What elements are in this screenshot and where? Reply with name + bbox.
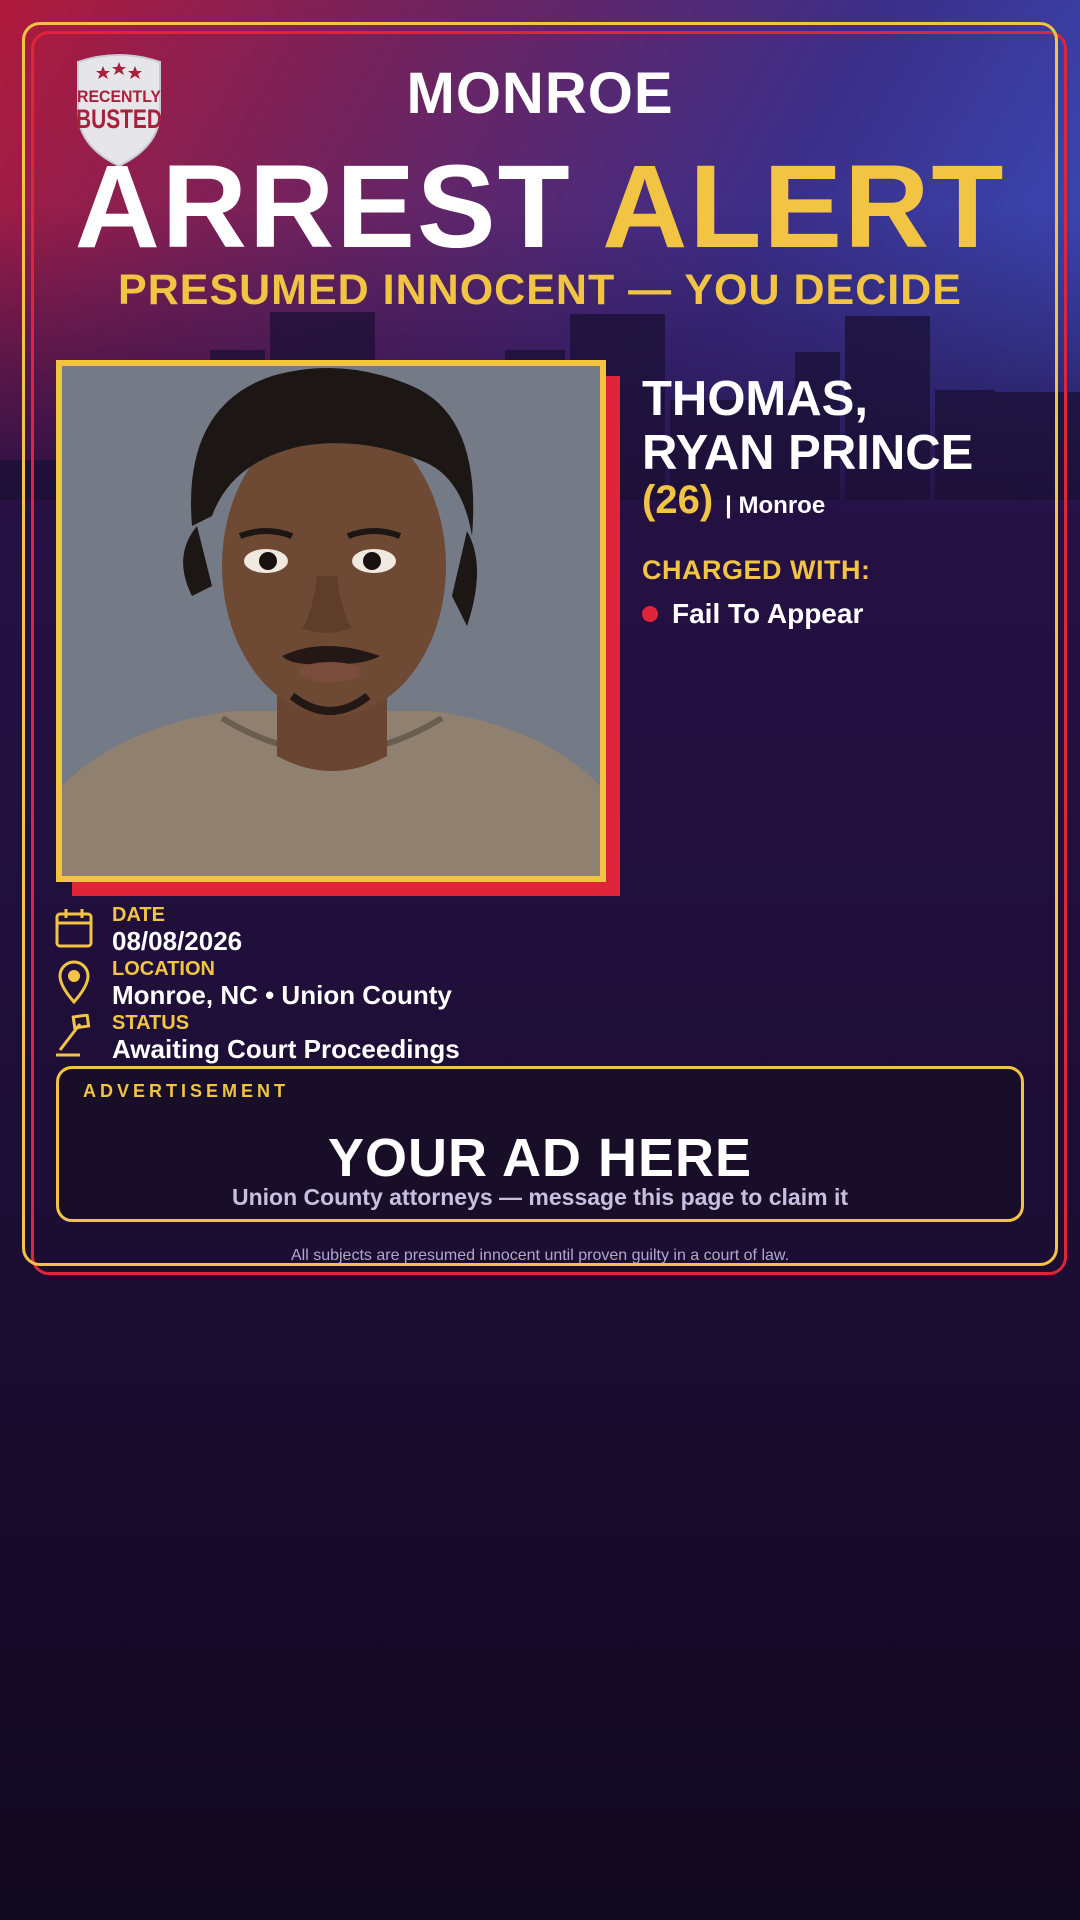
mugshot-photo <box>56 360 606 882</box>
subject-age: (26) <box>642 478 714 522</box>
subject-name-line2: RYAN PRINCE <box>642 426 974 480</box>
city-title: MONROE <box>406 61 674 126</box>
charged-with-label: CHARGED WITH: <box>642 555 871 585</box>
location-row: LOCATION Monroe, NC • Union County <box>54 958 654 1012</box>
advertisement-title: YOUR AD HERE <box>327 1128 753 1188</box>
charge-bullet <box>642 606 658 622</box>
mugshot-illustration <box>62 366 600 876</box>
footer-disclaimer: All subjects are presumed innocent until… <box>290 1247 790 1264</box>
status-label: STATUS <box>112 1012 190 1034</box>
subject-name: THOMAS, RYAN PRINCE <box>642 372 1062 480</box>
headline: ARREST ALERT <box>0 148 1080 266</box>
gavel-icon <box>56 1014 91 1057</box>
headline-arrest: ARREST <box>74 141 572 273</box>
headline-alert: ALERT <box>602 141 1006 273</box>
subject-age-row: (26) | Monroe <box>642 478 825 523</box>
subheadline: PRESUMED INNOCENT — YOU DECIDE <box>118 266 962 314</box>
subject-name-line1: THOMAS, <box>642 372 868 426</box>
location-pin-icon <box>58 960 90 1004</box>
advertisement-label: ADVERTISEMENT <box>83 1081 290 1101</box>
calendar-icon <box>55 909 93 948</box>
charge-item: Fail To Appear <box>642 598 863 630</box>
location-value: Monroe, NC • Union County <box>112 980 452 1010</box>
date-value: 08/08/2026 <box>112 926 243 956</box>
location-label: LOCATION <box>112 958 215 980</box>
charge-text: Fail To Appear <box>672 598 864 629</box>
date-row: DATE 08/08/2026 <box>54 904 654 958</box>
status-row: STATUS Awaiting Court Proceedings <box>54 1012 654 1066</box>
date-label: DATE <box>112 904 165 926</box>
status-value: Awaiting Court Proceedings <box>112 1034 460 1064</box>
advertisement-box[interactable]: ADVERTISEMENT YOUR AD HERE Union County … <box>56 1066 1024 1222</box>
subject-city: | Monroe <box>725 492 826 519</box>
advertisement-subtitle: Union County attorneys — message this pa… <box>231 1184 848 1210</box>
